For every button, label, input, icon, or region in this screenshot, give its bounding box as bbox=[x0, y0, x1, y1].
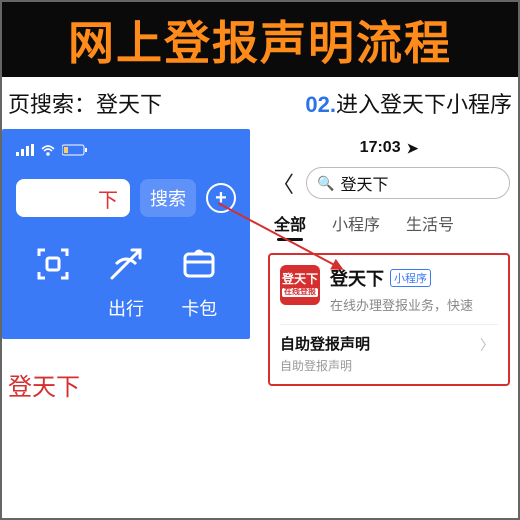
alipay-home-panel: 下 搜索 + 出行 卡包 bbox=[2, 129, 250, 339]
search-row: 〈 🔍 登天下 bbox=[268, 167, 510, 199]
step-2-num: 02. bbox=[305, 92, 336, 117]
chevron-right-icon: 〉 bbox=[480, 335, 494, 355]
steps-row: 页搜索：登天下 02.进入登天下小程序 bbox=[2, 77, 518, 129]
wifi-icon bbox=[40, 143, 56, 161]
scan-icon bbox=[32, 243, 74, 285]
left-screenshot: 下 搜索 + 出行 卡包 登天下 bbox=[2, 129, 250, 402]
result-highlight-box: 登天下 在线登报 登天下 小程序 在线办理登报业务，快速 自助登报声明 自助登报… bbox=[268, 253, 510, 386]
search-value: 登天下 bbox=[340, 171, 388, 195]
search-input[interactable]: 下 bbox=[16, 179, 130, 217]
phone-status-bar: 17:03 ➤ bbox=[268, 139, 510, 157]
card-label: 卡包 bbox=[181, 295, 217, 321]
tab-all[interactable]: 全部 bbox=[274, 211, 306, 235]
card-icon-item[interactable]: 卡包 bbox=[178, 243, 220, 321]
search-bar: 下 搜索 + bbox=[16, 179, 236, 217]
travel-label: 出行 bbox=[108, 295, 144, 321]
signal-icon bbox=[16, 143, 34, 161]
status-bar bbox=[16, 143, 236, 161]
step-2: 02.进入登天下小程序 bbox=[305, 87, 512, 119]
step-1-text: 页搜索：登天下 bbox=[8, 92, 162, 117]
search-button[interactable]: 搜索 bbox=[140, 179, 196, 217]
step-2-text: 进入登天下小程序 bbox=[336, 92, 512, 117]
status-time: 17:03 bbox=[360, 139, 401, 157]
travel-icon bbox=[105, 243, 147, 285]
tab-life[interactable]: 生活号 bbox=[406, 211, 454, 235]
battery-icon bbox=[62, 143, 88, 161]
result-card[interactable]: 登天下 在线登报 登天下 小程序 在线办理登报业务，快速 bbox=[280, 265, 498, 314]
scan-icon-item[interactable] bbox=[32, 243, 74, 321]
quick-icons-row: 出行 卡包 bbox=[16, 243, 236, 321]
app-icon-line2: 在线登报 bbox=[282, 288, 318, 297]
filter-tabs: 全部 小程序 生活号 bbox=[268, 211, 510, 235]
right-screenshot: 17:03 ➤ 〈 🔍 登天下 全部 小程序 生活号 登天下 在线登报 bbox=[250, 129, 518, 402]
step-1: 页搜索：登天下 bbox=[8, 87, 305, 119]
search-icon: 🔍 bbox=[317, 175, 334, 192]
banner-title: 网上登报声明流程 bbox=[68, 7, 452, 73]
app-icon: 登天下 在线登报 bbox=[280, 265, 320, 305]
subitem-title: 自助登报声明 bbox=[280, 333, 498, 354]
tab-miniprogram[interactable]: 小程序 bbox=[332, 211, 380, 235]
card-icon bbox=[178, 243, 220, 285]
highlight-text: 登天下 bbox=[2, 367, 250, 402]
miniprogram-badge: 小程序 bbox=[390, 269, 431, 287]
location-icon: ➤ bbox=[407, 140, 419, 157]
subitem-subtitle: 自助登报声明 bbox=[280, 357, 498, 374]
app-icon-line1: 登天下 bbox=[282, 273, 318, 286]
result-subtitle: 在线办理登报业务，快速 bbox=[330, 295, 498, 314]
result-subitem[interactable]: 自助登报声明 自助登报声明 〉 bbox=[280, 324, 498, 378]
travel-icon-item[interactable]: 出行 bbox=[105, 243, 147, 321]
result-info: 登天下 小程序 在线办理登报业务，快速 bbox=[330, 265, 498, 314]
title-banner: 网上登报声明流程 bbox=[2, 2, 518, 77]
back-button[interactable]: 〈 bbox=[268, 167, 298, 199]
search-field[interactable]: 🔍 登天下 bbox=[306, 167, 510, 199]
